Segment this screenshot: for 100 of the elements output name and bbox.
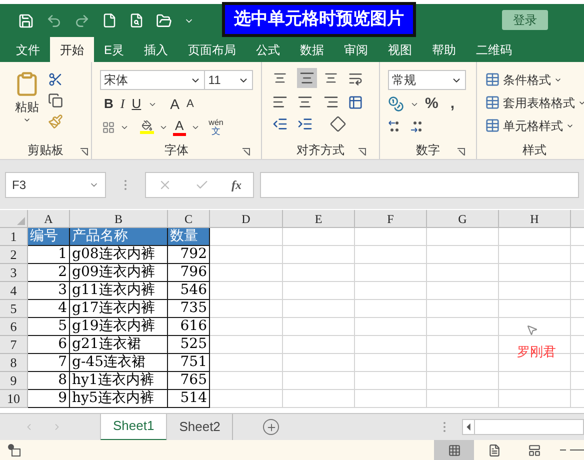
drag-handle-icon[interactable] xyxy=(443,421,446,433)
ribbon-tab[interactable]: 帮助 xyxy=(422,37,466,62)
row-header[interactable]: 7 xyxy=(0,336,28,354)
empty-cell[interactable] xyxy=(427,390,499,408)
row-header[interactable]: 1 xyxy=(0,228,28,246)
empty-cell[interactable] xyxy=(427,282,499,300)
empty-cell[interactable] xyxy=(499,264,571,282)
empty-cell[interactable] xyxy=(355,264,427,282)
top-align-icon[interactable] xyxy=(272,71,288,85)
empty-cell[interactable] xyxy=(499,282,571,300)
column-header[interactable]: E xyxy=(283,210,355,228)
column-header[interactable]: C xyxy=(168,210,210,228)
empty-cell[interactable] xyxy=(283,282,355,300)
decrease-indent-icon[interactable] xyxy=(272,116,288,132)
empty-cell[interactable] xyxy=(427,354,499,372)
empty-cell[interactable] xyxy=(499,372,571,390)
empty-cell[interactable] xyxy=(210,282,283,300)
column-header[interactable]: F xyxy=(355,210,427,228)
login-button[interactable]: 登录 xyxy=(502,10,548,30)
font-size-select[interactable]: 11 xyxy=(205,70,253,90)
wrap-text-icon[interactable] xyxy=(348,70,363,86)
empty-cell[interactable] xyxy=(210,246,283,264)
dialog-launcher-icon[interactable] xyxy=(457,148,465,156)
empty-cell[interactable] xyxy=(427,318,499,336)
name-box[interactable]: F3 xyxy=(5,172,106,198)
ribbon-tab[interactable]: 文件 xyxy=(6,37,50,62)
empty-cell[interactable] xyxy=(210,390,283,408)
empty-cell[interactable] xyxy=(427,336,499,354)
shrink-font-button[interactable]: A xyxy=(186,96,194,112)
ribbon-tab[interactable]: 数据 xyxy=(290,37,334,62)
undo-icon[interactable] xyxy=(46,12,62,28)
row-header[interactable]: 9 xyxy=(0,372,28,390)
empty-cell[interactable] xyxy=(355,372,427,390)
empty-cell[interactable] xyxy=(355,246,427,264)
empty-cell[interactable] xyxy=(355,354,427,372)
comma-button[interactable]: , xyxy=(450,92,455,116)
dialog-launcher-icon[interactable] xyxy=(242,148,250,156)
empty-cell[interactable] xyxy=(499,300,571,318)
empty-cell[interactable] xyxy=(427,300,499,318)
dialog-launcher-icon[interactable] xyxy=(80,148,88,156)
empty-cell[interactable] xyxy=(355,228,427,246)
decrease-decimal-icon[interactable] xyxy=(410,119,424,133)
cut-icon[interactable] xyxy=(48,72,63,87)
middle-align-icon[interactable] xyxy=(297,68,318,88)
italic-button[interactable]: I xyxy=(120,94,125,114)
column-header[interactable]: A xyxy=(28,210,70,228)
empty-cell[interactable] xyxy=(355,336,427,354)
ribbon-tab[interactable]: 插入 xyxy=(134,37,178,62)
row-header[interactable]: 3 xyxy=(0,264,28,282)
empty-cell[interactable] xyxy=(355,318,427,336)
empty-cell[interactable] xyxy=(283,318,355,336)
empty-cell[interactable] xyxy=(427,372,499,390)
row-header[interactable]: 5 xyxy=(0,300,28,318)
empty-cell[interactable] xyxy=(283,372,355,390)
copy-icon[interactable] xyxy=(48,93,63,108)
empty-cell[interactable] xyxy=(283,264,355,282)
insert-function-button[interactable]: fx xyxy=(232,176,242,194)
number-format-select[interactable]: 常规 xyxy=(388,70,466,90)
style-menu-button[interactable]: 套用表格格式 xyxy=(485,91,584,114)
empty-cell[interactable] xyxy=(499,228,571,246)
phonetic-guide-button[interactable]: wén 文 xyxy=(208,119,224,135)
style-menu-button[interactable]: 条件格式 xyxy=(485,68,584,91)
open-folder-icon[interactable] xyxy=(156,12,172,28)
empty-cell[interactable] xyxy=(499,318,571,336)
formula-input[interactable] xyxy=(260,172,579,198)
bottom-align-icon[interactable] xyxy=(322,71,338,85)
format-painter-icon[interactable] xyxy=(48,114,63,129)
new-file-icon[interactable] xyxy=(102,13,117,28)
column-header[interactable]: D xyxy=(210,210,283,228)
empty-cell[interactable] xyxy=(355,300,427,318)
row-header[interactable]: 6 xyxy=(0,318,28,336)
drag-handle-icon[interactable] xyxy=(124,178,127,190)
dialog-launcher-icon[interactable] xyxy=(358,148,366,156)
add-sheet-button[interactable] xyxy=(263,419,280,435)
empty-cell[interactable] xyxy=(210,318,283,336)
empty-cell[interactable] xyxy=(210,372,283,390)
redo-icon[interactable] xyxy=(74,12,90,28)
empty-cell[interactable] xyxy=(283,246,355,264)
paste-button[interactable]: 粘贴 xyxy=(12,70,42,141)
underline-button[interactable]: U xyxy=(132,94,142,114)
empty-cell[interactable] xyxy=(283,390,355,408)
align-center-icon[interactable] xyxy=(297,94,314,110)
empty-cell[interactable] xyxy=(355,390,427,408)
fill-color-icon[interactable] xyxy=(140,120,154,134)
ribbon-tab[interactable]: 公式 xyxy=(246,37,290,62)
empty-cell[interactable] xyxy=(210,300,283,318)
print-preview-icon[interactable] xyxy=(129,13,144,28)
currency-icon[interactable] xyxy=(388,96,404,112)
row-header[interactable]: 8 xyxy=(0,354,28,372)
empty-cell[interactable] xyxy=(283,228,355,246)
horizontal-scrollbar[interactable] xyxy=(462,419,584,435)
ribbon-tab[interactable]: 开始 xyxy=(50,37,94,62)
ribbon-tab[interactable]: 审阅 xyxy=(334,37,378,62)
ribbon-tab[interactable]: 视图 xyxy=(378,37,422,62)
save-icon[interactable] xyxy=(18,12,34,28)
font-color-button[interactable]: A xyxy=(173,118,186,136)
ribbon-tab[interactable]: 页面布局 xyxy=(178,37,246,62)
empty-cell[interactable] xyxy=(427,264,499,282)
empty-cell[interactable] xyxy=(283,300,355,318)
select-all-corner[interactable] xyxy=(0,210,28,228)
